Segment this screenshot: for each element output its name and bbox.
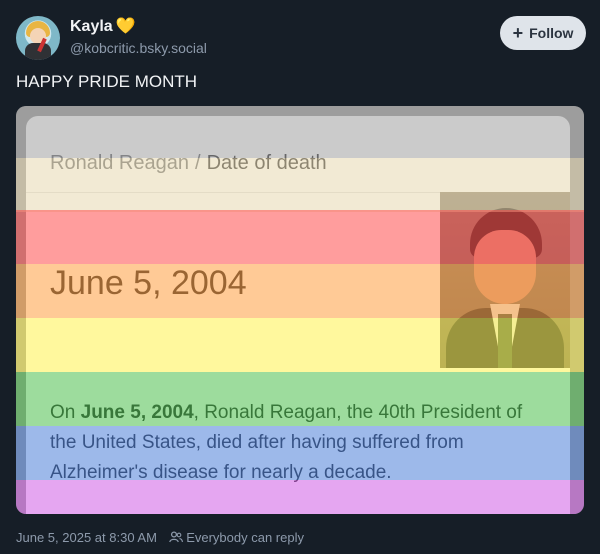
author-name-row[interactable]: Kayla 💛 — [70, 16, 136, 36]
author-display-name[interactable]: Kayla — [70, 18, 113, 35]
post-text: HAPPY PRIDE MONTH — [16, 72, 198, 91]
people-icon — [168, 531, 183, 543]
description-prefix: On — [50, 402, 81, 423]
portrait-face — [474, 230, 536, 304]
author-handle[interactable]: @kobcritic.bsky.social — [70, 40, 207, 56]
portrait-tie — [498, 314, 512, 368]
avatar-shirt — [25, 43, 51, 60]
breadcrumb-current: Date of death — [206, 152, 327, 174]
embedded-image[interactable]: Ronald Reagan / Date of death June 5, 2004… — [16, 106, 584, 514]
reply-setting[interactable]: Everybody can reply — [168, 530, 304, 545]
post-header: Kayla 💛 @kobcritic.bsky.social + Follow — [16, 14, 586, 60]
follow-button-label: Follow — [529, 25, 574, 41]
breadcrumb: Ronald Reagan / Date of death — [50, 152, 327, 175]
portrait-photo — [440, 192, 570, 368]
search-result-card: Ronald Reagan / Date of death June 5, 2004… — [26, 116, 570, 514]
post-timestamp[interactable]: June 5, 2025 at 8:30 AM — [16, 530, 157, 545]
date-of-death-value: June 5, 2004 — [50, 264, 247, 302]
avatar[interactable] — [16, 16, 60, 60]
reply-setting-label: Everybody can reply — [186, 530, 304, 545]
yellow-heart-icon: 💛 — [115, 18, 136, 35]
breadcrumb-separator: / — [195, 152, 201, 174]
breadcrumb-parent: Ronald Reagan — [50, 152, 189, 174]
plus-icon: + — [512, 23, 524, 43]
description-text: On June 5, 2004, Ronald Reagan, the 40th… — [50, 398, 530, 488]
post-footer: June 5, 2025 at 8:30 AM Everybody can re… — [16, 530, 304, 545]
description-bold-date: June 5, 2004 — [80, 402, 194, 423]
follow-button[interactable]: + Follow — [500, 16, 586, 50]
divider — [26, 192, 446, 193]
